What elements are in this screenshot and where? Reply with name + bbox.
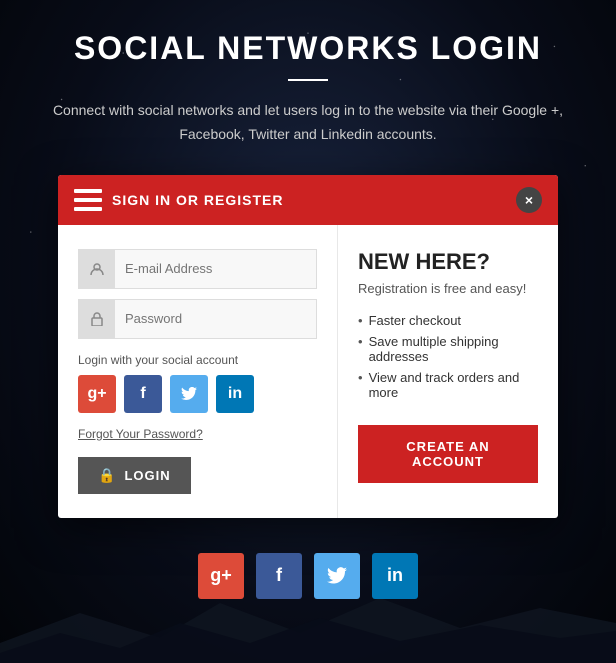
linkedin-login-button[interactable]: in — [216, 375, 254, 413]
bottom-google-button[interactable]: g+ — [198, 553, 244, 599]
google-login-button[interactable]: g+ — [78, 375, 116, 413]
page-title: SOCIAL NETWORKS LOGIN — [74, 30, 542, 67]
lock-icon — [79, 300, 115, 338]
bottom-linkedin-button[interactable]: in — [372, 553, 418, 599]
title-divider — [288, 79, 328, 81]
password-input[interactable] — [115, 303, 316, 334]
social-login-label: Login with your social account — [78, 353, 317, 367]
facebook-login-button[interactable]: f — [124, 375, 162, 413]
list-icon — [74, 189, 102, 211]
bottom-facebook-button[interactable]: f — [256, 553, 302, 599]
login-button-label: LOGIN — [124, 468, 170, 483]
benefits-list: Faster checkout Save multiple shipping a… — [358, 310, 538, 403]
email-input-group — [78, 249, 317, 289]
modal-header: SIGN IN OR REGISTER × — [58, 175, 558, 225]
login-modal: SIGN IN OR REGISTER × — [58, 175, 558, 518]
benefit-item: Faster checkout — [358, 310, 538, 331]
login-lock-icon: 🔒 — [98, 467, 116, 484]
new-here-title: NEW HERE? — [358, 249, 538, 275]
user-icon — [79, 250, 115, 288]
benefit-item: Save multiple shipping addresses — [358, 331, 538, 367]
email-input[interactable] — [115, 253, 316, 284]
modal-header-title: SIGN IN OR REGISTER — [112, 192, 283, 208]
forgot-password-link[interactable]: Forgot Your Password? — [78, 427, 317, 441]
modal-body: Login with your social account g+ f in F… — [58, 225, 558, 518]
modal-close-button[interactable]: × — [516, 187, 542, 213]
password-input-group — [78, 299, 317, 339]
bottom-twitter-button[interactable] — [314, 553, 360, 599]
bottom-social-buttons: g+ f in — [198, 553, 418, 599]
page-description: Connect with social networks and let use… — [20, 99, 596, 147]
modal-header-left: SIGN IN OR REGISTER — [74, 189, 283, 211]
create-account-button[interactable]: CREATE AN ACCOUNT — [358, 425, 538, 483]
twitter-login-button[interactable] — [170, 375, 208, 413]
left-panel: Login with your social account g+ f in F… — [58, 225, 338, 518]
right-panel: NEW HERE? Registration is free and easy!… — [338, 225, 558, 518]
social-login-buttons: g+ f in — [78, 375, 317, 413]
login-button[interactable]: 🔒 LOGIN — [78, 457, 191, 494]
registration-text: Registration is free and easy! — [358, 281, 538, 296]
benefit-item: View and track orders and more — [358, 367, 538, 403]
